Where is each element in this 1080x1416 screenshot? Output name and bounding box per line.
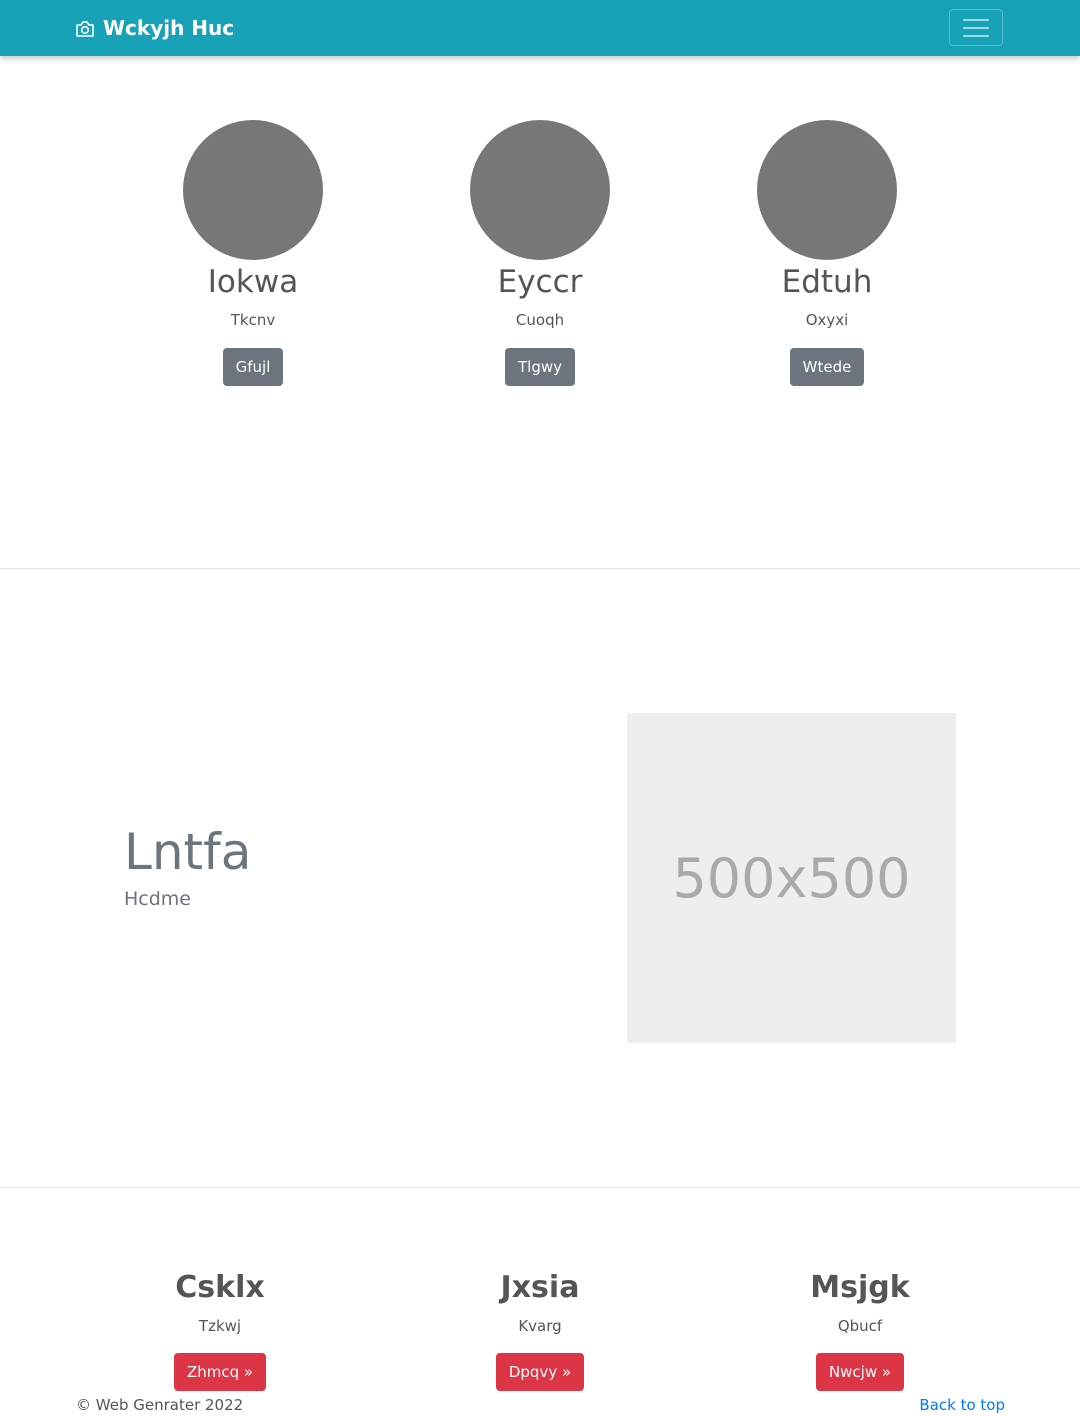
column-heading: Csklx	[175, 1270, 265, 1305]
profile-name: Edtuh	[781, 264, 873, 300]
hamburger-icon	[962, 17, 990, 39]
profile-subtitle: Tkcnv	[230, 311, 276, 329]
profile-button[interactable]: Tlgwy	[505, 348, 575, 386]
profile-button[interactable]: Wtede	[789, 348, 865, 386]
brand-name: Wckyjh Huc	[103, 16, 235, 40]
avatar	[183, 120, 323, 260]
section-divider	[0, 568, 1080, 569]
column-button[interactable]: Dpqvy »	[495, 1353, 585, 1391]
profile-card: Iokwa Tkcnv Gfujl	[153, 120, 353, 386]
profile-button[interactable]: Gfujl	[222, 348, 284, 386]
brand-link[interactable]: Wckyjh Huc	[75, 14, 234, 42]
profile-card: Eyccr Cuoqh Tlgwy	[440, 120, 640, 386]
footer-copyright: © Web Genrater 2022	[76, 1396, 244, 1414]
navbar-toggle-button[interactable]	[949, 9, 1003, 46]
profile-name: Eyccr	[497, 264, 583, 300]
column-heading: Msjgk	[810, 1270, 910, 1305]
feature-heading: Lntfa	[124, 823, 252, 881]
column-heading: Jxsia	[500, 1270, 580, 1305]
column-text: Tzkwj	[198, 1317, 242, 1335]
column-button[interactable]: Nwcjw »	[815, 1353, 905, 1391]
placeholder-image-label: 500x500	[672, 846, 911, 910]
back-to-top-link[interactable]: Back to top	[919, 1395, 1005, 1415]
profile-subtitle: Cuoqh	[515, 311, 565, 329]
section-divider	[0, 1187, 1080, 1188]
navbar: Wckyjh Huc	[0, 0, 1080, 56]
avatar	[470, 120, 610, 260]
profile-card: Edtuh Oxyxi Wtede	[727, 120, 927, 386]
avatar	[757, 120, 897, 260]
profile-name: Iokwa	[207, 264, 299, 300]
column-card: Csklx Tzkwj Zhmcq »	[110, 1268, 330, 1391]
feature-subheading: Hcdme	[124, 888, 191, 910]
column-text: Kvarg	[518, 1317, 562, 1335]
profile-subtitle: Oxyxi	[805, 311, 849, 329]
column-button[interactable]: Zhmcq »	[173, 1353, 267, 1391]
column-card: Msjgk Qbucf Nwcjw »	[750, 1268, 970, 1391]
placeholder-image: 500x500	[627, 713, 956, 1043]
column-text: Qbucf	[837, 1317, 883, 1335]
camera-icon	[75, 19, 95, 37]
column-card: Jxsia Kvarg Dpqvy »	[430, 1268, 650, 1391]
